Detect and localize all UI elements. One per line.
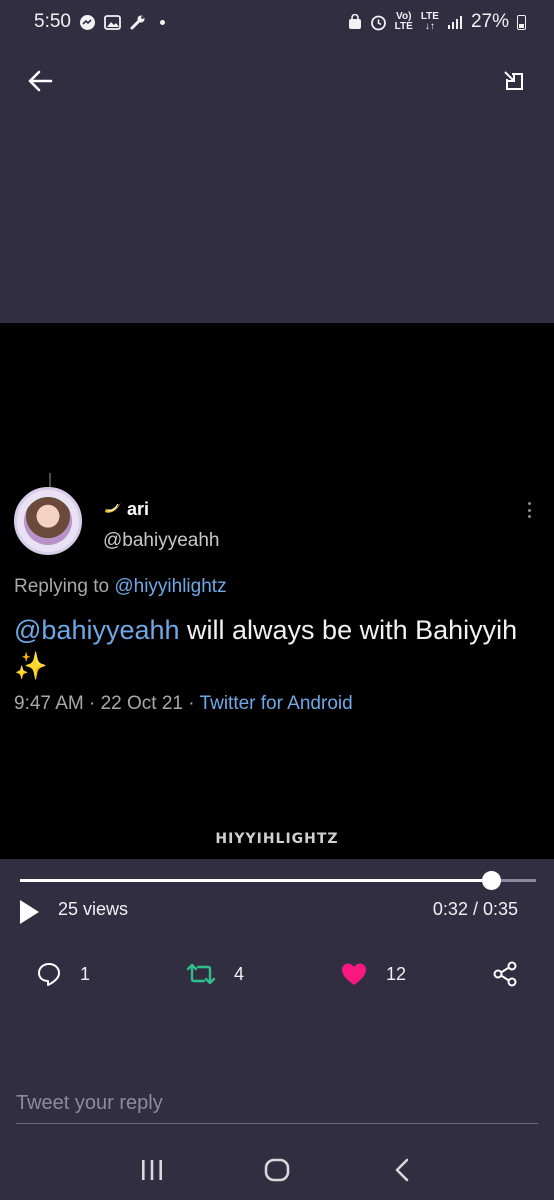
reply-count: 1 — [80, 963, 91, 984]
volte-bottom-text: LTE — [394, 21, 413, 32]
video-progress-bar[interactable] — [20, 871, 536, 890]
retweet-icon — [186, 963, 216, 985]
gallery-icon — [104, 14, 121, 30]
display-name: ari — [103, 498, 149, 521]
avatar-image — [24, 497, 72, 545]
back-button[interactable] — [24, 65, 56, 97]
recent-apps-button[interactable] — [130, 1148, 174, 1192]
chevron-left-icon — [395, 1158, 408, 1182]
display-name-text: ari — [127, 499, 150, 519]
like-count: 12 — [386, 963, 407, 984]
lte-bottom-text: ↓↑ — [424, 21, 435, 32]
volte-indicator: Vo) LTE — [395, 12, 413, 32]
picture-in-picture-icon — [504, 71, 523, 90]
tweet-source: Twitter for Android — [199, 693, 353, 714]
status-bar: 5:50 Vo) LTE LTE ↓↑ 27% — [0, 0, 554, 44]
android-nav-bar — [0, 1140, 554, 1200]
tweet-meta: 9:47 AM · 22 Oct 21 · Twitter for Androi… — [14, 693, 353, 715]
tweet-time: 9:47 AM — [14, 693, 84, 714]
user-handle: @bahiyyeahh — [103, 530, 220, 551]
avatar — [14, 487, 82, 555]
view-count: 25 views — [58, 899, 129, 919]
wrench-icon — [129, 14, 146, 31]
like-action[interactable]: 12 — [340, 956, 406, 992]
battery-icon — [517, 14, 526, 30]
back-system-button[interactable] — [380, 1148, 424, 1192]
play-button[interactable] — [18, 898, 42, 926]
banana-icon — [103, 498, 123, 521]
heart-icon — [342, 963, 366, 985]
notification-dot-icon — [159, 19, 165, 25]
share-icon — [493, 961, 517, 987]
lock-icon — [348, 14, 362, 30]
video-watermark: HIYYIHLIGHTZ — [215, 831, 339, 847]
home-icon — [264, 1158, 290, 1182]
meta-separator-1: · — [89, 693, 96, 714]
more-options-icon — [522, 499, 536, 521]
minimize-video-button[interactable] — [498, 65, 530, 97]
reply-input[interactable]: Tweet your reply — [16, 1084, 538, 1124]
progress-thumb[interactable] — [481, 871, 501, 890]
top-nav — [0, 58, 554, 104]
progress-fill — [20, 879, 492, 882]
video-player[interactable]: ari @bahiyyeahh Replying to @hiyyihlight… — [0, 323, 554, 859]
reply-action[interactable]: 1 — [36, 956, 90, 992]
home-button[interactable] — [255, 1148, 299, 1192]
play-icon — [20, 900, 39, 924]
tweet-mention: @bahiyyeahh — [14, 615, 180, 645]
meta-separator-2: · — [188, 693, 195, 714]
battery-text: 27% — [470, 11, 509, 32]
status-left: 5:50 — [34, 11, 165, 33]
tweet-text: @bahiyyeahh will always be with Bahiyyih… — [14, 612, 534, 684]
tweet-body: will always be with Bahiyyih — [179, 615, 518, 645]
status-time: 5:50 — [34, 11, 71, 32]
video-time: 0:32 / 0:35 — [432, 899, 518, 919]
thread-line — [49, 473, 51, 487]
signal-icon — [447, 15, 463, 29]
status-right: Vo) LTE LTE ↓↑ 27% — [348, 11, 526, 33]
tweet-date: 22 Oct 21 — [100, 693, 183, 714]
recent-apps-icon — [142, 1160, 163, 1180]
alarm-icon — [370, 14, 387, 31]
replying-to-handle: @hiyyihlightz — [114, 576, 227, 597]
sparkles-icon: ✨ — [14, 651, 48, 681]
reply-icon — [38, 963, 60, 986]
retweet-action[interactable]: 4 — [186, 956, 244, 992]
tweet-actions: 1 4 12 — [0, 956, 554, 992]
replying-to: Replying to @hiyyihlightz — [14, 576, 227, 598]
messenger-icon — [79, 14, 96, 31]
lte-indicator: LTE ↓↑ — [421, 12, 439, 32]
replying-prefix: Replying to — [14, 576, 110, 597]
retweet-count: 4 — [234, 963, 245, 984]
share-action[interactable] — [492, 956, 518, 992]
back-arrow-icon — [28, 70, 53, 92]
